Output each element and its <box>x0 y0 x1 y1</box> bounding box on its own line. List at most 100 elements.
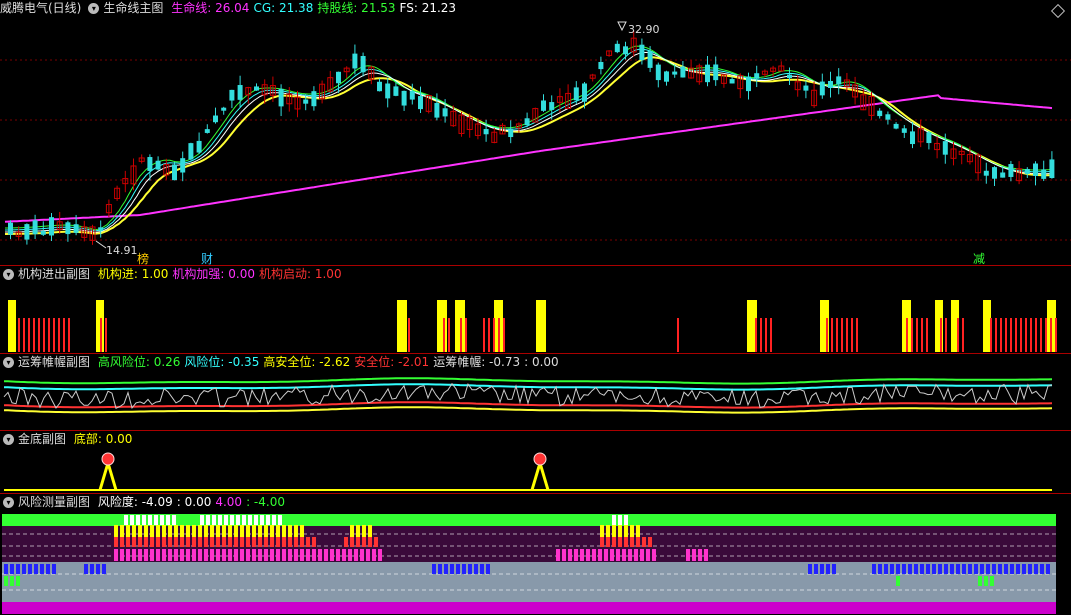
candle-body <box>729 79 735 84</box>
candle-body <box>237 85 243 100</box>
risk-red-block <box>198 537 202 547</box>
sub1-header: ▾ 机构进出副图 机构进: 1.00 机构加强: 0.00 机构启动: 1.00 <box>0 266 350 283</box>
risk-pink-block <box>204 549 208 561</box>
candle-body <box>418 96 423 110</box>
risk-blue-block <box>878 564 882 574</box>
risk-bottom-band <box>2 602 1056 614</box>
collapse-icon[interactable]: ▾ <box>3 497 14 508</box>
risk-pink-block <box>288 549 292 561</box>
sub-pane-risk[interactable]: ▾ 风险测量副图 风险度: -4.09: 0.00 4.00: -4.00 <box>0 494 1071 615</box>
main-chart-pane[interactable]: 威腾电气(日线) ▾ 生命线主图 生命线: 26.04 CG: 21.38 持股线: 2… <box>0 0 1071 266</box>
risk-red-block <box>252 537 256 547</box>
risk-white-block <box>166 515 170 525</box>
collapse-icon[interactable]: ▾ <box>3 269 14 280</box>
risk-blue-block <box>896 564 900 574</box>
golden-bottom-chart[interactable] <box>0 431 1071 493</box>
risk-mid-band <box>2 526 1056 562</box>
risk-pink-block <box>640 549 644 561</box>
sub-pane-strategy[interactable]: ▾ 运筹帷幄副图 高风险位: 0.26 风险位: -0.35 高安全位: -2.62 安… <box>0 354 1071 430</box>
risk-yellow-block <box>180 525 184 537</box>
high-pointer <box>617 21 627 32</box>
candle-body <box>360 56 366 73</box>
risk-pink-block <box>568 549 572 561</box>
collapse-icon[interactable]: ▾ <box>3 434 14 445</box>
candle-body <box>836 76 842 85</box>
institution-red-bar <box>851 318 853 352</box>
risk-red-block <box>350 537 354 547</box>
risk-white-block <box>218 515 222 525</box>
sub2-value-4: 运筹帷幄: -0.73 <box>433 355 521 369</box>
risk-yellow-block <box>356 525 360 537</box>
risk-red-block <box>216 537 220 547</box>
risk-white-block <box>124 515 128 525</box>
candle-body <box>352 53 358 69</box>
risk-red-block <box>168 537 172 547</box>
candle-body <box>803 85 809 91</box>
candle-body <box>204 129 210 133</box>
sub2-values: 高风险位: 0.26 风险位: -0.35 高安全位: -2.62 安全位: -2.0… <box>98 355 563 369</box>
risk-blue-block <box>90 564 94 574</box>
risk-pink-block <box>180 549 184 561</box>
risk-red-block <box>642 537 646 547</box>
institution-red-bar <box>995 318 997 352</box>
candle-body <box>541 100 546 111</box>
candle-body <box>229 89 235 101</box>
hold-line-series <box>5 45 1053 231</box>
risk-red-block <box>356 537 360 547</box>
risk-pink-block <box>704 549 708 561</box>
risk-green-block <box>4 576 8 586</box>
risk-yellow-block <box>600 525 604 537</box>
candle-body <box>1041 169 1047 179</box>
candle-body <box>196 140 202 153</box>
high-risk-series <box>3 377 1053 385</box>
risk-red-block <box>114 537 118 547</box>
risk-blue-block <box>1046 564 1050 574</box>
risk-yellow-block <box>192 525 196 537</box>
risk-green-block <box>990 576 994 586</box>
institution-yellow-bar <box>536 300 546 352</box>
risk-pink-block <box>372 549 376 561</box>
institution-red-bar <box>926 318 928 352</box>
candle-body <box>713 64 719 81</box>
risk-yellow-block <box>216 525 220 537</box>
candle-body <box>877 110 883 117</box>
risk-white-block <box>618 515 622 525</box>
risk-blue-block <box>938 564 942 574</box>
risk-blue-block <box>52 564 56 574</box>
risk-yellow-block <box>222 525 226 537</box>
institution-yellow-bar <box>8 300 16 352</box>
main-value-2: 持股线: 21.53 <box>317 1 396 15</box>
risk-pink-block <box>580 549 584 561</box>
cg-series <box>5 48 1053 232</box>
institution-red-bar <box>488 318 490 352</box>
risk-yellow-block <box>276 525 280 537</box>
candle-body <box>1000 172 1006 178</box>
risk-yellow-block <box>144 525 148 537</box>
risk-yellow-block <box>246 525 250 537</box>
sub1-values: 机构进: 1.00 机构加强: 0.00 机构启动: 1.00 <box>98 267 346 281</box>
risk-pink-block <box>162 549 166 561</box>
candle-body <box>508 128 514 138</box>
sub-pane-institution[interactable]: ▾ 机构进出副图 机构进: 1.00 机构加强: 0.00 机构启动: 1.00 <box>0 266 1071 353</box>
sub-pane-golden-bottom[interactable]: ▾ 金底副图 底部: 0.00 <box>0 431 1071 493</box>
risk-pink-block <box>216 549 220 561</box>
risk-blue-block <box>826 564 830 574</box>
collapse-icon[interactable]: ▾ <box>88 3 100 14</box>
candle-body <box>40 231 46 235</box>
institution-red-bar <box>957 318 959 352</box>
risk-white-block <box>230 515 234 525</box>
risk-blue-block <box>438 564 442 574</box>
main-value-1: CG: 21.38 <box>253 1 314 15</box>
risk-blue-block <box>28 564 32 574</box>
collapse-icon[interactable]: ▾ <box>3 357 14 368</box>
candle-body <box>49 217 54 236</box>
risk-red-block <box>144 537 148 547</box>
risk-blue-block <box>872 564 876 574</box>
main-candlestick-chart[interactable] <box>0 0 1071 265</box>
candle-body <box>672 71 678 75</box>
risk-measure-chart[interactable] <box>0 494 1071 615</box>
sub1-title: 机构进出副图 <box>18 267 91 281</box>
risk-yellow-block <box>368 525 372 537</box>
institution-red-bar <box>962 318 964 352</box>
risk-blue-block <box>456 564 460 574</box>
